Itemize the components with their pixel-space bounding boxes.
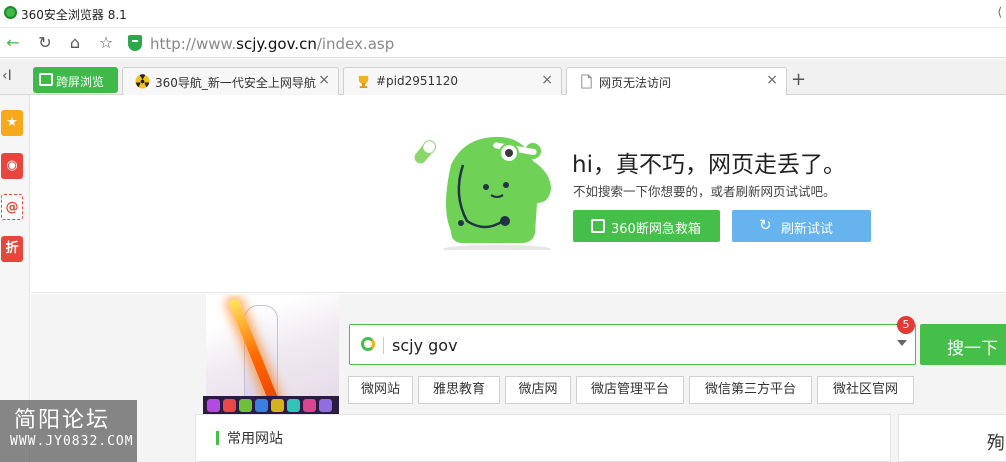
quick-link[interactable]: 微信第三方平台 — [689, 376, 812, 404]
tab-label: #pid2951120 — [376, 74, 459, 88]
tab-nav-icon[interactable]: ‹I — [2, 68, 12, 84]
tab-label: 网页无法访问 — [599, 76, 672, 90]
window-collapse-icon[interactable]: ⟨ — [997, 5, 1002, 19]
tab-close-icon[interactable]: × — [318, 72, 330, 88]
gem-icon — [255, 399, 268, 412]
search-button-label: 搜一下 — [947, 339, 998, 359]
radiation-favicon-icon — [135, 74, 150, 89]
home-icon[interactable]: ⌂ — [64, 32, 86, 54]
network-rescue-button[interactable]: 360断网急救箱 — [573, 210, 720, 242]
quick-link[interactable]: 微店管理平台 — [576, 376, 684, 404]
gem-row — [203, 396, 339, 416]
search-button[interactable]: 搜一下 — [920, 324, 1006, 365]
browser-logo-icon — [4, 6, 17, 19]
search-divider — [383, 337, 384, 354]
notification-badge: 5 — [897, 316, 915, 334]
chevron-down-icon[interactable] — [897, 340, 907, 346]
refresh-button[interactable]: ↻ 刷新试试 — [732, 210, 871, 242]
new-tab-icon[interactable]: + — [791, 69, 806, 90]
watermark-title: 简阳论坛 — [14, 408, 111, 433]
gem-icon — [319, 399, 332, 412]
error-headline: hi，真不巧，网页走丢了。 — [572, 152, 846, 178]
refresh-label: 刷新试试 — [781, 222, 834, 237]
star-icon[interactable]: ★ — [1, 110, 23, 136]
page-favicon-icon — [581, 74, 592, 89]
tab-pid[interactable]: #pid2951120 × — [343, 67, 562, 95]
url-domain: scjy.gov.cn — [236, 35, 317, 53]
tab-error-page[interactable]: 网页无法访问 × — [566, 67, 787, 96]
search-logo-icon — [361, 337, 375, 351]
tab-360-nav[interactable]: 360导航_新一代安全上网导航 × — [122, 67, 339, 95]
gem-icon — [287, 399, 300, 412]
tab-bar: ‹I 跨屏浏览 360导航_新一代安全上网导航 × #pid2951120 × … — [0, 59, 1006, 96]
address-toolbar: ← ↻ ⌂ ☆ http://www.scjy.gov.cn/index.asp — [0, 28, 1006, 58]
tab-close-icon[interactable]: × — [766, 72, 778, 88]
section-marker — [216, 431, 219, 445]
tab-close-icon[interactable]: × — [541, 72, 553, 88]
title-bar: 360安全浏览器 8.1 ⟨ — [0, 0, 1006, 28]
discount-icon[interactable]: 折 — [1, 236, 23, 262]
tab-label: 360导航_新一代安全上网导航 — [155, 76, 316, 90]
panel-title: 常用网站 — [227, 431, 283, 447]
back-icon[interactable]: ← — [2, 32, 24, 54]
reload-icon[interactable]: ↻ — [34, 32, 56, 54]
favorite-star-icon[interactable]: ☆ — [95, 32, 117, 54]
quick-link[interactable]: 雅思教育 — [418, 376, 500, 404]
watermark: 简阳论坛 WWW.JY0832.COM — [0, 400, 137, 462]
screen-icon — [39, 73, 53, 86]
url-prefix: http://www. — [150, 35, 237, 53]
url-path: /index.asp — [316, 35, 395, 53]
gem-icon — [271, 399, 284, 412]
weibo-icon[interactable]: ◉ — [1, 153, 23, 179]
error-subtext: 不如搜索一下你想要的，或者刷新网页试试吧。 — [573, 184, 836, 199]
rescue-label: 360断网急救箱 — [611, 222, 701, 237]
gem-icon — [303, 399, 316, 412]
gem-icon — [207, 399, 220, 412]
split-view-label: 跨屏浏览 — [56, 75, 105, 89]
refresh-icon: ↻ — [759, 216, 772, 234]
search-box[interactable]: scjy gov — [349, 324, 916, 365]
watermark-url: WWW.JY0832.COM — [10, 434, 134, 449]
search-input[interactable]: scjy gov — [392, 336, 458, 355]
browser-window: 360安全浏览器 8.1 ⟨ ← ↻ ⌂ ☆ http://www.scjy.g… — [0, 0, 1006, 462]
mail-icon[interactable]: @ — [1, 194, 23, 220]
side-panel-text: 殉 — [987, 433, 1005, 454]
split-view-button[interactable]: 跨屏浏览 — [33, 67, 118, 93]
quick-link[interactable]: 微网站 — [348, 376, 413, 404]
gem-icon — [223, 399, 236, 412]
error-section: hi，真不巧，网页走丢了。 不如搜索一下你想要的，或者刷新网页试试吧。 360断… — [31, 95, 1006, 293]
mascot-doctor-icon — [414, 136, 551, 250]
trophy-favicon-icon — [358, 75, 369, 89]
side-panel: 殉 — [898, 414, 1006, 462]
security-shield-icon[interactable] — [128, 35, 142, 51]
gem-icon — [239, 399, 252, 412]
common-sites-panel: 常用网站 — [195, 414, 891, 462]
quick-link[interactable]: 微社区官网 — [817, 376, 914, 404]
page-content: hi，真不巧，网页走丢了。 不如搜索一下你想要的，或者刷新网页试试吧。 360断… — [31, 95, 1006, 462]
window-title: 360安全浏览器 8.1 — [21, 8, 127, 22]
quick-link[interactable]: 微店网 — [505, 376, 571, 404]
first-aid-icon — [591, 219, 605, 233]
url-field[interactable]: http://www.scjy.gov.cn/index.asp — [150, 35, 394, 53]
